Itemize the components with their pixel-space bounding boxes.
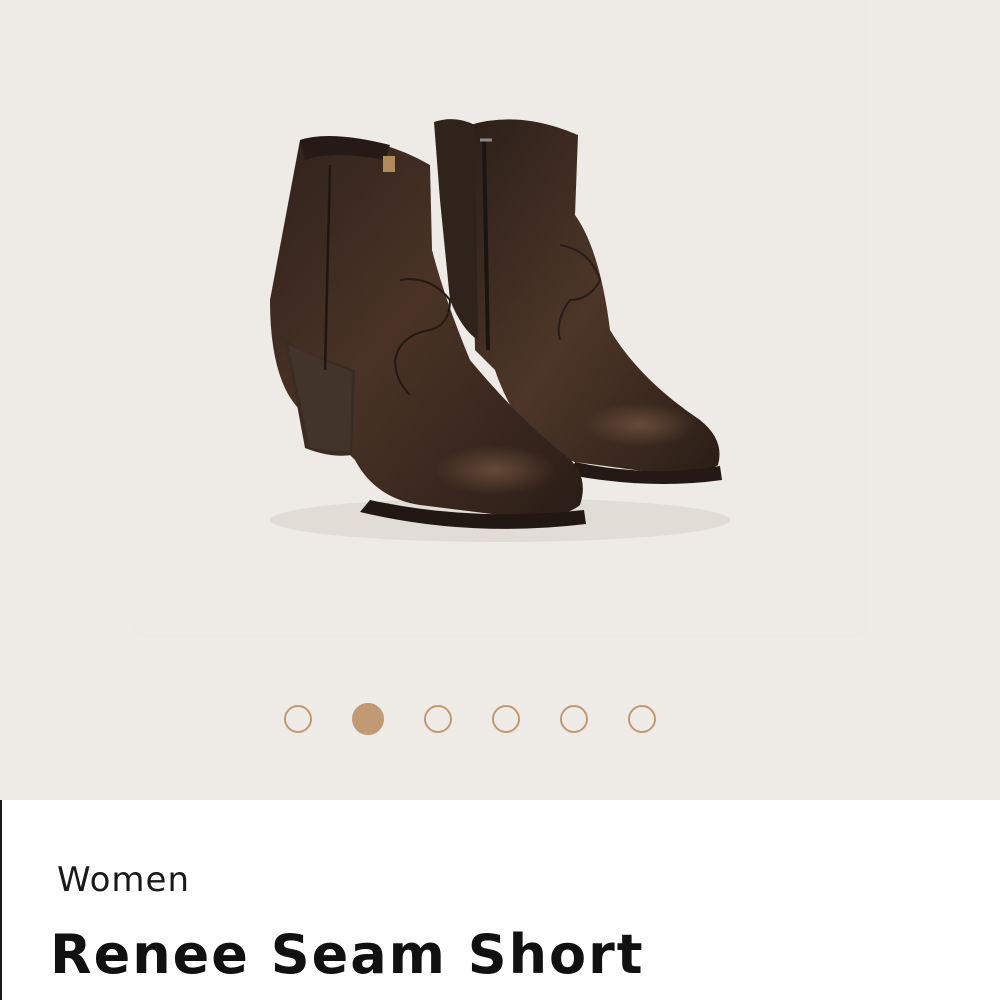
pagination-dot-1[interactable] [284,705,312,733]
pagination-dot-5[interactable] [560,705,588,733]
pagination-dot-4[interactable] [492,705,520,733]
pagination-dot-3[interactable] [424,705,452,733]
product-title: Renee Seam Short [50,923,645,986]
product-category: Women [57,860,191,900]
pagination-dot-2-active[interactable] [352,703,384,735]
product-image-gallery[interactable] [0,0,1000,800]
pagination-dot-6[interactable] [628,705,656,733]
image-pagination-dots [284,703,656,737]
ankle-boots-image [270,119,730,542]
product-details: Women Renee Seam Short [0,800,1000,1000]
product-photo[interactable] [130,0,868,636]
